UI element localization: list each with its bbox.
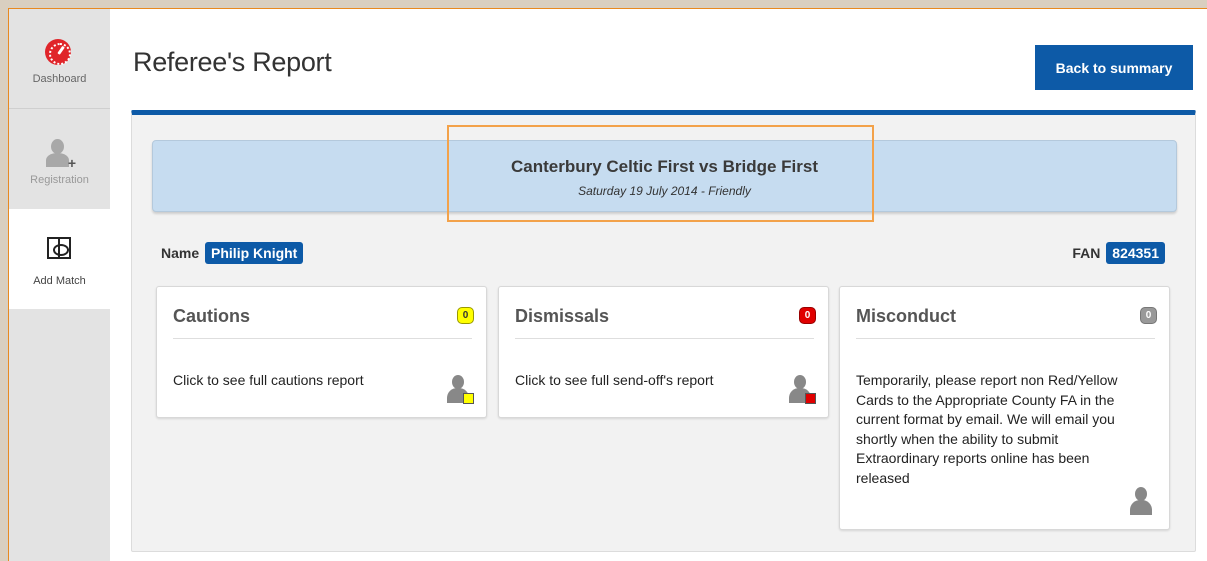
referee-name-row: Name Philip Knight [161, 242, 304, 264]
highlight-box [447, 125, 874, 222]
fan-label: FAN [1072, 245, 1101, 261]
add-person-icon: + [46, 139, 76, 170]
card-title: Misconduct [856, 306, 957, 326]
fan-number-tag: 824351 [1106, 242, 1165, 264]
app-frame: Dashboard + Registration Add Match Refer… [8, 8, 1207, 561]
divider [515, 338, 814, 339]
card-title: Dismissals [515, 306, 610, 326]
red-card-person-icon [788, 375, 816, 404]
name-label: Name [161, 245, 200, 261]
page-title: Referee's Report [133, 47, 332, 77]
sidebar-item-label: Add Match [33, 275, 86, 287]
divider [173, 338, 472, 339]
cautions-count-badge: 0 [457, 307, 474, 324]
cautions-card[interactable]: Cautions 0 Click to see full cautions re… [156, 286, 487, 418]
sidebar-item-label: Registration [30, 174, 89, 186]
pitch-icon [47, 237, 71, 259]
person-icon [1129, 487, 1153, 515]
dismissals-card[interactable]: Dismissals 0 Click to see full send-off'… [498, 286, 829, 418]
yellow-card-person-icon [446, 375, 474, 404]
dashboard-gauge-icon [45, 39, 71, 65]
sidebar-item-add-match[interactable]: Add Match [9, 209, 110, 309]
back-to-summary-button[interactable]: Back to summary [1035, 45, 1193, 90]
card-title: Cautions [173, 306, 251, 326]
referee-name-tag: Philip Knight [205, 242, 304, 264]
misconduct-card: Misconduct 0 Temporarily, please report … [839, 286, 1170, 530]
misconduct-count-badge: 0 [1140, 307, 1157, 324]
fan-row: FAN 824351 [1072, 242, 1165, 264]
cautions-report-link[interactable]: Click to see full cautions report [173, 372, 364, 388]
divider [856, 338, 1155, 339]
dismissals-count-badge: 0 [799, 307, 816, 324]
sidebar: Dashboard + Registration Add Match [9, 9, 110, 561]
sidebar-item-registration[interactable]: + Registration [9, 109, 110, 209]
misconduct-notice: Temporarily, please report non Red/Yello… [856, 372, 1118, 486]
sidebar-item-dashboard[interactable]: Dashboard [9, 9, 110, 109]
send-offs-report-link[interactable]: Click to see full send-off's report [515, 372, 714, 388]
sidebar-item-label: Dashboard [32, 73, 87, 85]
